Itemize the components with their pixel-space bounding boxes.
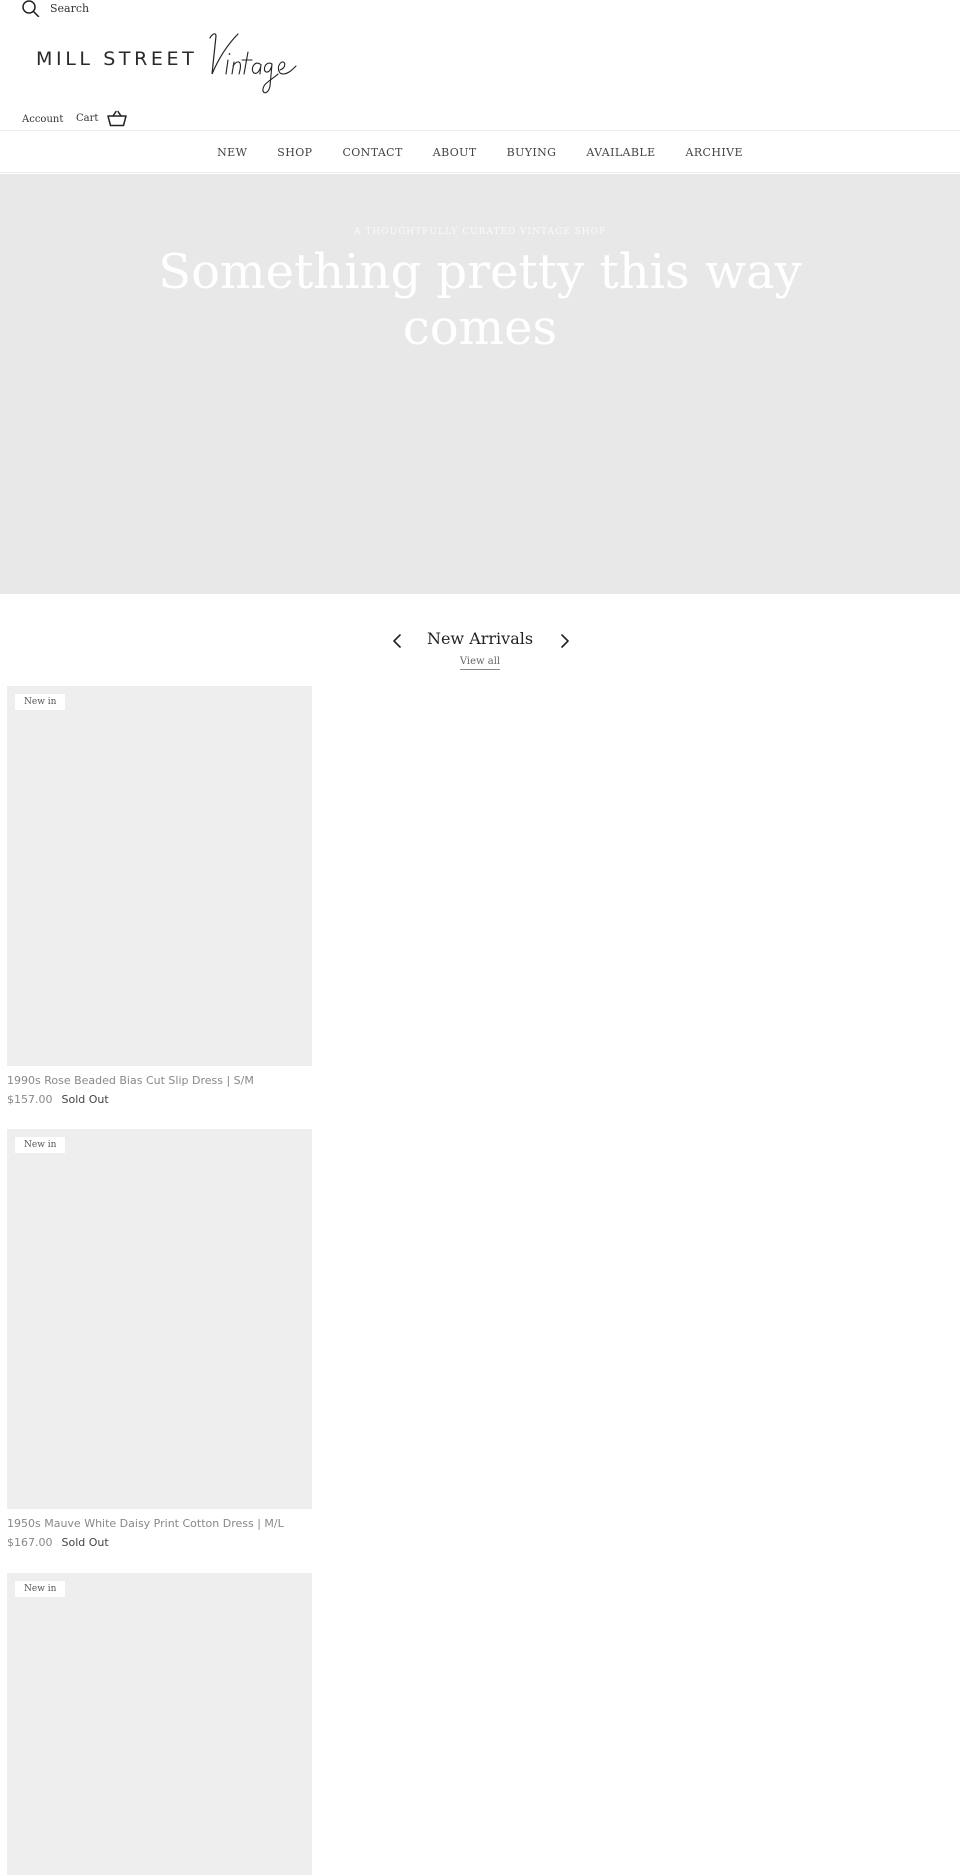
logo-text: MILL STREET	[36, 48, 198, 70]
search-icon	[22, 0, 40, 17]
search-button[interactable]: Search	[22, 0, 89, 17]
new-in-badge: New in	[15, 694, 66, 710]
nav-item-new[interactable]: NEW	[202, 146, 262, 159]
new-arrivals-header: New Arrivals View all	[0, 626, 960, 676]
nav-item-shop[interactable]: SHOP	[262, 146, 327, 159]
product-image[interactable]: New in	[7, 1573, 312, 1875]
hero-title: Something pretty this way comes	[158, 244, 802, 356]
section-title: New Arrivals	[426, 629, 534, 648]
new-in-badge: New in	[15, 1137, 66, 1153]
product-image[interactable]: New in	[7, 1129, 312, 1509]
product-image[interactable]: New in	[7, 686, 312, 1066]
site-header: Search MILL STREET Account Cart	[0, 0, 960, 130]
hero-banner: A THOUGHTFULLY CURATED VINTAGE SHOP Some…	[0, 174, 960, 594]
nav-item-about[interactable]: ABOUT	[418, 146, 492, 159]
sold-out-label: Sold Out	[61, 1536, 109, 1549]
search-label: Search	[50, 2, 90, 15]
product-price: $167.00	[7, 1536, 53, 1549]
basket-icon	[107, 110, 128, 127]
product-card[interactable]: New in 1990s Rose Beaded Bias Cut Slip D…	[7, 686, 312, 1106]
view-all-label: View all	[459, 656, 501, 670]
chevron-left-icon[interactable]	[390, 633, 406, 649]
product-name[interactable]: 1990s Rose Beaded Bias Cut Slip Dress | …	[7, 1074, 312, 1087]
product-card[interactable]: New in 1950s Mauve White Daisy Print Cot…	[7, 1129, 312, 1549]
new-in-badge: New in	[15, 1581, 66, 1597]
logo-script-wordmark	[209, 33, 297, 94]
nav-item-available[interactable]: AVAILABLE	[571, 146, 670, 159]
nav-item-archive[interactable]: ARCHIVE	[671, 146, 758, 159]
view-all-link[interactable]: View all	[430, 656, 530, 670]
nav-item-contact[interactable]: CONTACT	[327, 146, 417, 159]
account-link[interactable]: Account	[22, 114, 63, 125]
chevron-right-icon[interactable]	[556, 633, 572, 649]
product-card[interactable]: New in	[7, 1573, 312, 1875]
product-price: $157.00	[7, 1093, 53, 1106]
sold-out-label: Sold Out	[61, 1093, 109, 1106]
main-navigation: NEW SHOP CONTACT ABOUT BUYING AVAILABLE …	[0, 130, 960, 173]
cart-label: Cart	[76, 113, 99, 124]
hero-eyebrow: A THOUGHTFULLY CURATED VINTAGE SHOP	[353, 227, 607, 237]
cart-link[interactable]: Cart	[76, 110, 128, 127]
nav-item-buying[interactable]: BUYING	[492, 146, 572, 159]
site-logo[interactable]: MILL STREET	[36, 30, 300, 98]
product-name[interactable]: 1950s Mauve White Daisy Print Cotton Dre…	[7, 1517, 312, 1530]
